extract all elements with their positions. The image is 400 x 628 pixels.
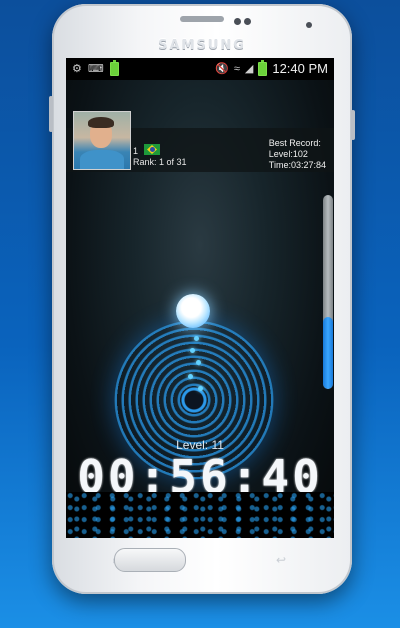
- particle-strip: [66, 492, 334, 538]
- avatar[interactable]: [73, 111, 131, 170]
- avatar-shirt: [80, 150, 124, 169]
- trail-dot: [188, 374, 193, 379]
- best-record-time: Time:03:27:84: [268, 160, 326, 170]
- front-camera-dot: [234, 18, 241, 25]
- player-ball[interactable]: [176, 294, 210, 328]
- speaker-grille: [180, 16, 224, 22]
- trail-dot: [196, 360, 201, 365]
- status-clock: 12:40 PM: [272, 61, 328, 76]
- game-area[interactable]: 1 Rank: 1 of 31 Best Record: Level:102 T…: [66, 80, 334, 538]
- avatar-hair: [88, 117, 114, 128]
- best-record: Best Record: Level:102 Time:03:27:84: [269, 138, 326, 171]
- sensor-dot: [244, 18, 251, 25]
- signal-icon: ◢: [244, 62, 254, 75]
- battery-icon: [258, 59, 268, 76]
- volume-button: [49, 96, 53, 132]
- progress-track: [323, 195, 333, 389]
- trail-dot: [194, 336, 199, 341]
- mute-icon: 🔇: [215, 62, 229, 75]
- power-button: [351, 110, 355, 140]
- screen: ⚙ ⌨ 🔇 ≈ ◢ 12:40 PM 1 Rank: 1 of 31 Best …: [66, 58, 334, 538]
- progress-fill: [323, 317, 333, 389]
- wifi-icon: ≈: [233, 62, 240, 75]
- usb-icon: ⚙: [72, 63, 82, 75]
- player-number: 1: [133, 146, 139, 156]
- back-key-icon[interactable]: ↩: [276, 553, 286, 567]
- trail-dot: [198, 386, 203, 391]
- home-button[interactable]: [114, 548, 186, 572]
- camera-icon: [306, 22, 312, 28]
- battery-charge-icon: [109, 60, 119, 76]
- trail-dot: [190, 348, 195, 353]
- best-record-title: Best Record:: [268, 138, 321, 148]
- brazil-flag-icon: [144, 144, 160, 155]
- status-bar: ⚙ ⌨ 🔇 ≈ ◢ 12:40 PM: [66, 58, 334, 80]
- best-record-level: Level:102: [268, 149, 308, 159]
- brand-logo: SAMSUNG: [158, 38, 246, 53]
- player-rank: Rank: 1 of 31: [133, 157, 187, 167]
- keyboard-icon: ⌨: [87, 63, 104, 75]
